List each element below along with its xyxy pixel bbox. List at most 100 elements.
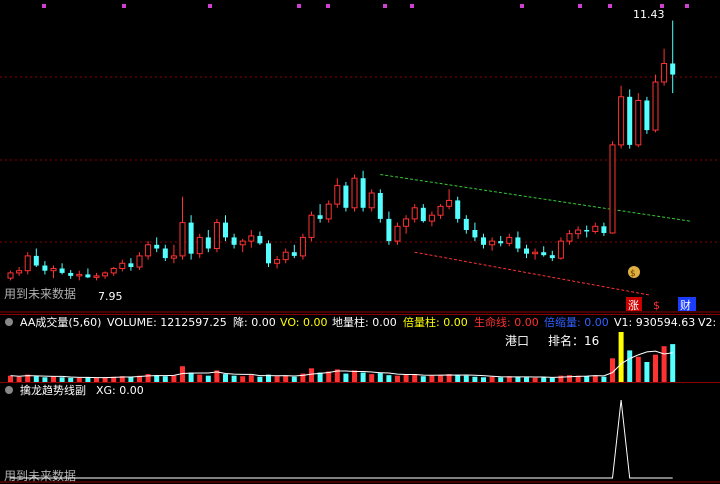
- candle-body[interactable]: [93, 275, 100, 278]
- candle-body[interactable]: [618, 96, 625, 146]
- volume-bar[interactable]: [403, 374, 409, 382]
- candle-body[interactable]: [76, 273, 83, 277]
- event-marker[interactable]: [685, 4, 689, 8]
- volume-bar[interactable]: [455, 374, 461, 382]
- volume-bar[interactable]: [248, 375, 254, 382]
- volume-bar[interactable]: [223, 374, 228, 382]
- candle-body[interactable]: [196, 236, 203, 255]
- volume-bar[interactable]: [309, 368, 314, 382]
- panel-menu-icon[interactable]: [5, 318, 13, 326]
- volume-bar[interactable]: [670, 344, 676, 382]
- volume-bar[interactable]: [438, 375, 443, 382]
- candle-body[interactable]: [248, 235, 255, 242]
- candle-body[interactable]: [609, 144, 616, 234]
- candle-body[interactable]: [515, 237, 521, 249]
- candle-body[interactable]: [128, 263, 134, 267]
- candle-body[interactable]: [343, 185, 349, 208]
- candle-body[interactable]: [33, 255, 39, 266]
- panel-menu-icon[interactable]: [5, 386, 13, 394]
- volume-bar[interactable]: [618, 332, 624, 382]
- event-marker[interactable]: [122, 4, 126, 8]
- volume-bar[interactable]: [627, 350, 633, 382]
- event-marker[interactable]: [326, 4, 330, 8]
- candle-body[interactable]: [463, 218, 469, 230]
- candle-body[interactable]: [652, 81, 659, 131]
- candle-body[interactable]: [575, 229, 582, 235]
- volume-bar[interactable]: [661, 346, 667, 382]
- candle-body[interactable]: [524, 248, 529, 254]
- candle-body[interactable]: [59, 268, 65, 273]
- candle-body[interactable]: [532, 251, 539, 255]
- candle-body[interactable]: [223, 222, 228, 238]
- volume-bar[interactable]: [360, 372, 366, 382]
- price-chart-panel[interactable]: 11.43 7.95 用到未来数据 涨 $ $ 财: [0, 0, 720, 314]
- candle-body[interactable]: [102, 272, 109, 277]
- candle-body[interactable]: [394, 225, 401, 242]
- candle-body[interactable]: [549, 255, 555, 259]
- candle-body[interactable]: [455, 200, 461, 219]
- volume-bar[interactable]: [197, 374, 203, 382]
- volume-bar[interactable]: [154, 375, 160, 382]
- candle-body[interactable]: [179, 222, 186, 257]
- candle-body[interactable]: [213, 222, 220, 250]
- candle-body[interactable]: [299, 236, 306, 257]
- candle-body[interactable]: [472, 230, 478, 238]
- candle-body[interactable]: [231, 237, 237, 245]
- candle-body[interactable]: [601, 226, 607, 233]
- candle-body[interactable]: [592, 225, 599, 232]
- candle-body[interactable]: [42, 265, 48, 271]
- event-marker[interactable]: [42, 4, 46, 8]
- event-marker[interactable]: [297, 4, 301, 8]
- candle-body[interactable]: [282, 251, 289, 261]
- candle-body[interactable]: [257, 235, 263, 244]
- candle-body[interactable]: [119, 262, 126, 269]
- event-marker[interactable]: [383, 4, 387, 8]
- candle-body[interactable]: [145, 244, 152, 257]
- indicator-chart[interactable]: 擒龙趋势线副 XG: 0.00 用到未来数据: [0, 382, 720, 484]
- candle-body[interactable]: [566, 233, 573, 242]
- volume-bar[interactable]: [377, 373, 383, 382]
- candle-body[interactable]: [557, 240, 564, 259]
- candle-body[interactable]: [670, 63, 676, 75]
- candle-body[interactable]: [635, 100, 642, 146]
- candle-body[interactable]: [584, 230, 590, 232]
- volume-panel[interactable]: AA成交量(5,60) VOLUME: 1212597.25 降: 0.00 V…: [0, 314, 720, 382]
- candle-body[interactable]: [351, 177, 358, 209]
- candle-body[interactable]: [239, 240, 246, 246]
- candle-body[interactable]: [291, 252, 297, 256]
- candlestick-chart[interactable]: 11.43 7.95 用到未来数据 涨 $ $ 财: [0, 0, 720, 314]
- candle-body[interactable]: [274, 259, 281, 264]
- candle-body[interactable]: [85, 274, 91, 278]
- event-marker[interactable]: [578, 4, 582, 8]
- candle-body[interactable]: [170, 255, 177, 259]
- candle-body[interactable]: [481, 237, 486, 245]
- candle-body[interactable]: [644, 100, 650, 131]
- volume-bar[interactable]: [352, 370, 357, 382]
- indicator-panel[interactable]: 擒龙趋势线副 XG: 0.00 用到未来数据: [0, 382, 720, 484]
- volume-chart[interactable]: AA成交量(5,60) VOLUME: 1212597.25 降: 0.00 V…: [0, 314, 720, 382]
- event-marker[interactable]: [608, 4, 612, 8]
- candle-body[interactable]: [205, 237, 211, 249]
- candle-body[interactable]: [68, 272, 74, 276]
- candle-body[interactable]: [110, 267, 117, 274]
- volume-bar[interactable]: [369, 374, 375, 382]
- candle-body[interactable]: [50, 267, 57, 272]
- candle-body[interactable]: [368, 192, 375, 209]
- candle-body[interactable]: [266, 243, 271, 264]
- volume-bar[interactable]: [188, 372, 194, 382]
- candle-body[interactable]: [411, 207, 418, 220]
- volume-bar[interactable]: [343, 373, 349, 382]
- candle-body[interactable]: [420, 207, 426, 222]
- volume-bar[interactable]: [653, 354, 658, 382]
- candle-body[interactable]: [489, 240, 496, 246]
- candle-body[interactable]: [7, 272, 14, 279]
- candle-body[interactable]: [136, 255, 143, 268]
- candle-body[interactable]: [403, 218, 410, 227]
- volume-bar[interactable]: [644, 362, 650, 382]
- candle-body[interactable]: [446, 199, 453, 207]
- volume-bar[interactable]: [386, 375, 392, 382]
- event-marker[interactable]: [520, 4, 524, 8]
- candle-body[interactable]: [325, 203, 332, 220]
- candle-body[interactable]: [377, 193, 383, 219]
- candle-body[interactable]: [24, 255, 31, 272]
